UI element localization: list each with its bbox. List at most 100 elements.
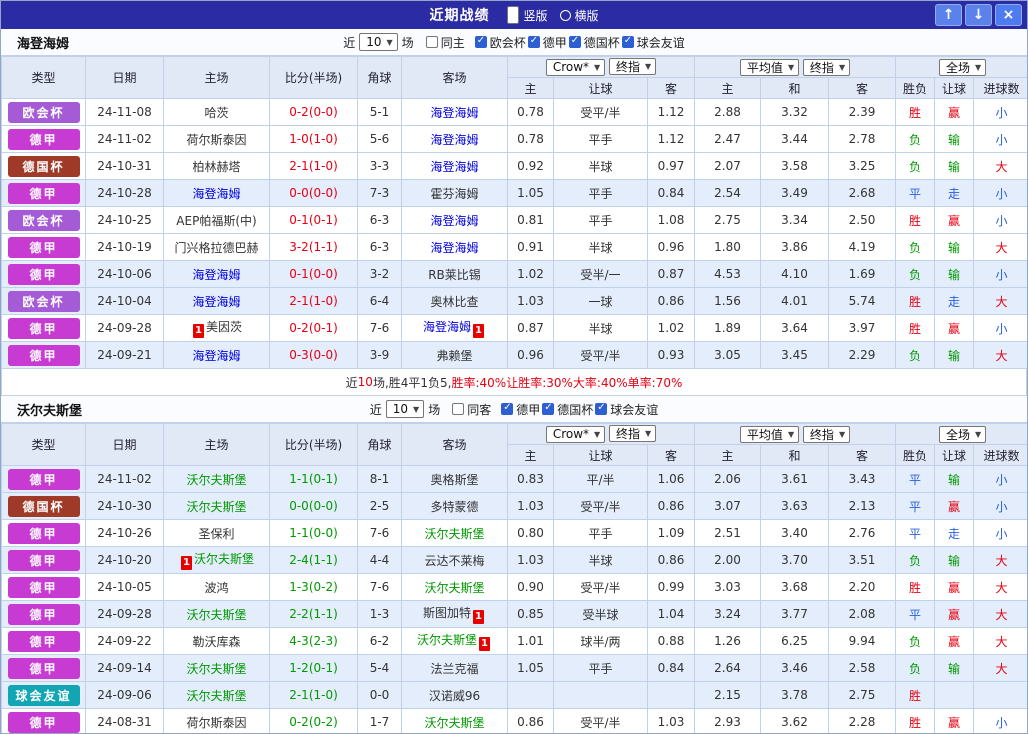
avg-odds-cell: 3.45 [760,341,829,369]
avg-odds-select[interactable]: 平均值 ▼ [739,58,800,76]
bookmaker-select[interactable]: Crow* ▼ [545,58,606,76]
avg-odds-cell: 3.40 [760,519,829,547]
home-team-cell: 勒沃库森 [163,627,270,655]
league-filter-checkbox[interactable]: 德国杯 [568,34,620,51]
layout-radio-label: 竖版 [523,8,548,23]
corners-cell: 6-4 [357,287,402,315]
avg-odds-cell: 3.68 [760,573,829,601]
outcome-cell: 平 [895,600,936,628]
match-row: 德甲 24-10-06 海登海姆 0-1(0-0) 3-2 RB莱比锡 1.02 受半/一 0.… [1,260,1027,288]
asian-odds-cell: 0.81 [507,206,554,234]
league-cell: 德甲 [1,465,86,493]
avg-odds-cell: 2.78 [827,125,897,153]
outcome-cell: 大 [973,341,1027,369]
recent-count-select[interactable]: 10 ▼ [359,33,398,51]
outcome-cell: 大 [973,233,1027,261]
asian-odds-cell: 平/半 [553,465,648,493]
match-row: 德甲 24-10-20 1 沃尔夫斯堡 2-4(1-1) 4-4 云达不莱梅 1.03 半球 0.… [1,546,1027,574]
move-up-button[interactable]: ↑ [935,4,962,26]
league-filter-checkbox[interactable]: 德甲 [527,34,567,51]
avg-odds-cell: 3.24 [694,600,761,628]
recent-label-pre: 近 [343,35,356,50]
away-team-cell: 海登海姆 [401,98,508,126]
avg-odds-select[interactable]: 平均值 ▼ [739,425,800,443]
odds-stage-select[interactable]: 终指 ▼ [802,58,851,76]
date-cell: 24-10-30 [85,492,164,520]
layout-radio[interactable]: 横版 [559,6,599,24]
league-filter-checkbox[interactable]: 德甲 [501,401,540,418]
away-team-name: 弗赖堡 [436,348,473,363]
avg-odds-cell: 3.44 [760,125,829,153]
corners-cell: 0-0 [357,681,402,709]
avg-odds-cell: 1.89 [694,314,761,342]
home-team-cell: 圣保利 [163,519,270,547]
checkbox-icon [621,35,634,48]
asian-odds-cell: 0.91 [507,233,554,261]
league-badge: 德甲 [7,468,80,490]
col-header-score: 比分(半场) [269,423,358,466]
avg-odds-cell: 2.75 [827,681,897,709]
asian-odds-cell: 0.88 [647,627,695,655]
scope-select[interactable]: 全场 ▼ [938,58,987,76]
score-cell: 0-2(0-1) [269,314,358,342]
outcome-cell: 输 [934,125,975,153]
avg-odds-cell: 4.53 [694,260,761,288]
corners-cell: 7-6 [357,519,402,547]
layout-radio[interactable]: 竖版 [507,6,548,24]
corners-cell: 5-1 [357,98,402,126]
avg-odds-cell: 1.69 [827,260,897,288]
checkbox-icon [527,35,540,48]
outcome-cell [934,681,975,709]
score-cell: 0-3(0-0) [269,341,358,369]
bookmaker-select[interactable]: Crow* ▼ [545,425,606,443]
venue-filter-checkbox[interactable]: 同主 [425,34,465,51]
league-filter-checkbox[interactable]: 德国杯 [542,401,593,418]
home-team-name: 沃尔夫斯堡 [186,472,247,487]
league-filter-checkbox[interactable]: 球会友谊 [595,401,658,418]
outcome-cell: 赢 [934,708,975,733]
score-cell: 2-1(1-0) [269,681,358,709]
league-filter-checkbox[interactable]: 球会友谊 [621,34,685,51]
venue-filter-label: 同客 [467,402,492,417]
away-team-name: 云达不莱梅 [424,553,485,568]
league-badge: 欧会杯 [7,290,80,312]
asian-odds-cell: 1.12 [647,125,695,153]
move-down-button[interactable]: ↓ [965,4,992,26]
venue-filter-checkbox[interactable]: 同客 [452,401,491,418]
asian-odds-cell: 平手 [553,179,648,207]
team-name: 海登海姆 [17,36,70,52]
outcome-cell: 平 [895,519,936,547]
recent-count-select[interactable]: 10 ▼ [385,400,425,418]
summary-segment: 近 [345,375,358,390]
col-header-home: 主场 [163,56,270,99]
asian-odds-cell: 0.78 [507,98,554,126]
asian-odds-cell: 0.90 [507,573,554,601]
outcome-cell: 赢 [934,573,975,601]
outcome-cell: 胜 [895,206,936,234]
sub-header-away-avg: 客 [827,444,897,466]
outcome-cell: 平 [895,179,936,207]
league-cell: 德国杯 [1,152,86,180]
league-badge: 德甲 [7,549,80,571]
odds-stage-select[interactable]: 终指 ▼ [802,425,851,443]
outcome-cell: 小 [973,206,1027,234]
asian-odds-cell: 0.87 [647,260,695,288]
avg-odds-cell: 9.94 [827,627,897,655]
corners-cell: 1-7 [357,708,402,733]
close-button[interactable]: × [995,4,1022,26]
col-header-type: 类型 [1,423,86,466]
corners-cell: 3-9 [357,341,402,369]
league-filter-checkbox[interactable]: 欧会杯 [474,34,526,51]
sub-header-home-avg: 主 [694,77,761,99]
result-scope-header: 全场 ▼ [895,56,1027,78]
scope-select[interactable]: 全场 ▼ [938,425,987,443]
asian-odds-cell: 受平/半 [553,341,648,369]
league-cell: 欧会杯 [1,287,86,315]
outcome-cell: 输 [934,233,975,261]
home-team-name: 荷尔斯泰因 [186,132,247,147]
odds-stage-select[interactable]: 终指 ▼ [609,425,657,443]
asian-odds-cell: 1.05 [507,179,554,207]
odds-stage-select[interactable]: 终指 ▼ [609,58,657,76]
red-card-badge: 1 [192,324,204,338]
home-team-cell: 荷尔斯泰因 [163,125,270,153]
